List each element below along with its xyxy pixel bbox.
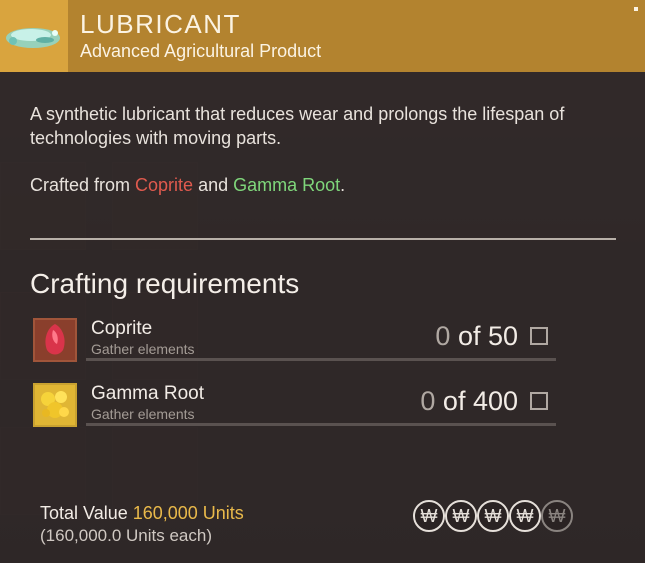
item-header: LUBRICANT Advanced Agricultural Product <box>0 0 645 72</box>
requirement-name: Coprite <box>91 318 153 339</box>
requirement-count: 0 of 400 <box>420 386 518 417</box>
requirement-progress-bar <box>86 358 556 361</box>
units-coin-icon: ₩ <box>413 500 445 532</box>
item-category: Advanced Agricultural Product <box>80 41 322 61</box>
total-value: Total Value 160,000 Units <box>40 503 244 524</box>
crafted-from-text: Crafted from Coprite and Gamma Root. <box>30 175 345 196</box>
units-coin-icon: ₩ <box>541 500 573 532</box>
requirement-count: 0 of 50 <box>435 321 518 352</box>
units-coin-icon: ₩ <box>445 500 477 532</box>
requirement-row-coprite[interactable]: Coprite Gather elements 0 of 50 <box>30 316 560 374</box>
requirement-checkbox[interactable] <box>530 327 548 345</box>
item-description: A synthetic lubricant that reduces wear … <box>30 104 565 148</box>
total-value-amount: 160,000 Units <box>132 503 244 523</box>
requirement-have: 0 <box>420 386 436 416</box>
section-divider <box>30 238 616 240</box>
crafting-requirements-title: Crafting requirements <box>30 268 300 299</box>
units-coin-icon: ₩ <box>509 500 541 532</box>
requirement-needed: of 50 <box>450 321 518 351</box>
gamma-root-icon <box>33 383 77 427</box>
unit-value: (160,000.0 Units each) <box>40 526 212 545</box>
item-title: LUBRICANT <box>80 9 241 39</box>
crafted-suffix: . <box>340 175 346 195</box>
requirement-have: 0 <box>435 321 451 351</box>
ingredient-gamma-root-link: Gamma Root <box>233 175 341 195</box>
requirement-needed: of 400 <box>435 386 518 416</box>
requirement-subtitle: Gather elements <box>91 341 195 357</box>
crafted-and: and <box>193 175 234 195</box>
units-coin-icon: ₩ <box>477 500 509 532</box>
crafted-prefix: Crafted from <box>30 175 136 195</box>
coprite-icon <box>33 318 77 362</box>
requirement-checkbox[interactable] <box>530 392 548 410</box>
requirement-subtitle: Gather elements <box>91 406 195 422</box>
lubricant-icon <box>0 0 68 72</box>
ingredient-coprite-link: Coprite <box>135 175 194 195</box>
requirement-row-gamma-root[interactable]: Gamma Root Gather elements 0 of 400 <box>30 381 560 439</box>
value-rating: ₩ ₩ ₩ ₩ ₩ <box>413 500 578 532</box>
requirement-name: Gamma Root <box>91 383 204 404</box>
total-value-label: Total Value <box>40 503 133 523</box>
corner-marker <box>634 7 638 11</box>
requirement-progress-bar <box>86 423 556 426</box>
